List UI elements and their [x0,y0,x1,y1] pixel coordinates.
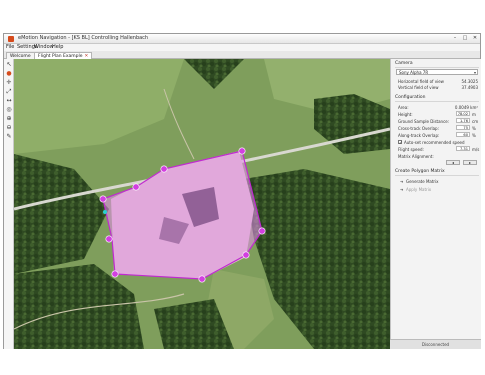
cross-overlap-unit: % [472,126,476,131]
polygon-vertex[interactable] [242,251,250,259]
area-value: 0.0049 km² [454,105,478,110]
camera-select[interactable]: Sony Alpha 7R ▾ [396,69,478,75]
application-window: eMotion Navigation - [KS BL] Controlling… [3,33,481,349]
satellite-map[interactable] [14,59,390,349]
menu-bar: File Settings Window Help [4,44,480,51]
polygon-vertex[interactable] [132,183,140,191]
gsd-unit: cm [472,119,479,124]
polygon-vertex[interactable] [238,147,246,155]
polygon-matrix-section-title: Create Polygon Matrix [395,169,445,174]
area-label: Area: [398,105,409,110]
cross-overlap-input[interactable]: 75 [456,125,470,130]
vfov-value: 37.4903 [461,85,478,90]
divider [395,101,479,102]
height-unit: m [472,112,476,117]
connection-status: Disconnected [390,339,481,349]
auto-speed-checkbox[interactable]: ✓ [398,140,402,145]
menu-file[interactable]: File [6,44,14,51]
polygon-vertex[interactable] [105,235,113,243]
expand-icon[interactable]: ⤢ [6,89,12,95]
align-right-button[interactable]: ▸ [463,160,477,165]
camera-section-title: Camera [395,61,413,66]
generate-matrix-button[interactable]: ➜ Generate Matrix [400,179,439,184]
hfov-value: 54.3025 [461,79,478,84]
record-tool-icon[interactable]: ● [6,71,12,77]
measure-icon[interactable]: ↔ [6,98,12,104]
polygon-vertex[interactable] [198,275,206,283]
generate-matrix-label: Generate Matrix [406,179,439,184]
home-point-marker[interactable] [103,210,107,214]
menu-window[interactable]: Window [34,44,54,51]
tab-flight-plan[interactable]: Flight Plan Example ✕ [34,52,93,59]
add-waypoint-icon[interactable]: ✛ [6,80,12,86]
close-button[interactable]: ✕ [470,35,480,42]
align-left-button[interactable]: ◂ [446,160,460,165]
title-bar: eMotion Navigation - [KS BL] Controlling… [4,34,480,44]
polygon-vertex[interactable] [160,165,168,173]
tool-strip: ↖ ● ✛ ⤢ ↔ ◎ ⊕ ⊖ ✎ [4,59,14,349]
configuration-section-title: Configuration [395,95,426,100]
along-overlap-unit: % [472,133,476,138]
document-tabs: Welcome Flight Plan Example ✕ [4,51,480,59]
camera-select-value: Sony Alpha 7R [399,70,429,75]
menu-help[interactable]: Help [52,44,63,51]
tab-welcome[interactable]: Welcome [6,52,35,59]
hfov-label: Horizontal field of view [398,79,444,84]
zoom-in-icon[interactable]: ⊕ [6,116,12,122]
apply-matrix-label: Apply Matrix [406,187,432,192]
matrix-alignment-label: Matrix Alignment: [398,154,434,159]
properties-panel: Camera Sony Alpha 7R ▾ Horizontal field … [390,59,481,349]
flight-speed-unit: m/s [472,147,480,152]
zoom-out-icon[interactable]: ⊖ [6,125,12,131]
chevron-down-icon: ▾ [473,70,476,75]
window-title: eMotion Navigation - [KS BL] Controlling… [18,35,149,41]
app-logo-icon [8,36,14,42]
vfov-label: Vertical field of view [398,85,439,90]
divider [395,175,479,176]
select-tool-icon[interactable]: ↖ [6,62,12,68]
minimize-button[interactable]: – [450,35,460,42]
flight-speed-input[interactable]: 7.31 [456,146,470,151]
height-label: Height: [398,112,413,117]
divider [395,67,479,68]
polygon-vertex[interactable] [111,270,119,278]
along-overlap-input[interactable]: 60 [456,132,470,137]
map-canvas[interactable] [14,59,390,349]
gsd-label: Ground Sample Distance: [398,119,450,124]
cross-overlap-label: Cross-track Overlap: [398,126,439,131]
polygon-vertex[interactable] [258,227,266,235]
along-overlap-label: Along-track Overlap: [398,133,440,138]
height-input[interactable]: 78.02 [456,111,470,116]
flight-speed-label: Flight speed: [398,147,424,152]
gsd-input[interactable]: 1.76 [456,118,470,123]
edit-icon[interactable]: ✎ [6,134,12,140]
maximize-button[interactable]: □ [460,35,470,42]
polygon-vertex[interactable] [99,195,107,203]
auto-speed-label: Auto-set recommended speed [404,140,465,145]
target-icon[interactable]: ◎ [6,107,12,113]
apply-matrix-button[interactable]: ➜ Apply Matrix [400,187,431,192]
